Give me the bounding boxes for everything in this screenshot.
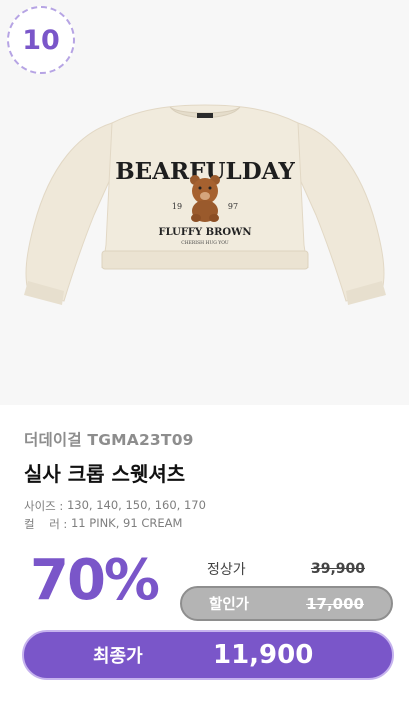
product-image[interactable]: BEARFULDAY 19 97 FLUFFY BROWN CHERISH HU… xyxy=(20,95,390,310)
spec-sizes: 사이즈 : 130, 140, 150, 160, 170 xyxy=(24,498,394,514)
discount-rate: 70% xyxy=(30,548,160,613)
print-year-right: 97 xyxy=(228,202,238,211)
teddy-bear-icon xyxy=(190,175,220,222)
brand-model: 더데이걸 TGMA23T09 xyxy=(24,431,194,449)
spec-colors: 컬 러 : 11 PINK, 91 CREAM xyxy=(24,516,394,532)
spec-label: 사이즈 : xyxy=(24,499,67,513)
product-photo-area: 10 BEARFULDAY 19 97 FLUFFY BROWN CHERISH… xyxy=(0,0,409,405)
rank-number: 10 xyxy=(22,24,60,56)
sale-price-label: 할인가 xyxy=(209,597,250,613)
rank-badge: 10 xyxy=(7,6,75,74)
spec-label: 컬 러 : xyxy=(24,517,71,531)
regular-price-label: 정상가 xyxy=(207,562,246,578)
product-info: 더데이걸 TGMA23T09 실사 크롭 스웻셔츠 사이즈 : 130, 140… xyxy=(24,428,394,532)
print-tagline: CHERISH HUG YOU xyxy=(181,240,229,246)
regular-price-value: 39,900 xyxy=(310,561,365,577)
print-subline: FLUFFY BROWN xyxy=(159,227,252,238)
print-year-left: 19 xyxy=(172,202,182,211)
sale-price-value: 17,000 xyxy=(306,594,364,613)
final-price-value: 11,900 xyxy=(213,640,314,670)
sale-price-pill: 할인가 17,000 xyxy=(180,586,393,621)
spec-value: 130, 140, 150, 160, 170 xyxy=(66,498,206,512)
final-price-button[interactable]: 최종가 11,900 xyxy=(22,630,394,680)
regular-price-row: 정상가 39,900 xyxy=(180,556,392,582)
final-price-label: 최종가 xyxy=(93,646,143,667)
spec-value: 11 PINK, 91 CREAM xyxy=(70,516,183,530)
product-name[interactable]: 실사 크롭 스웻셔츠 xyxy=(24,458,394,487)
